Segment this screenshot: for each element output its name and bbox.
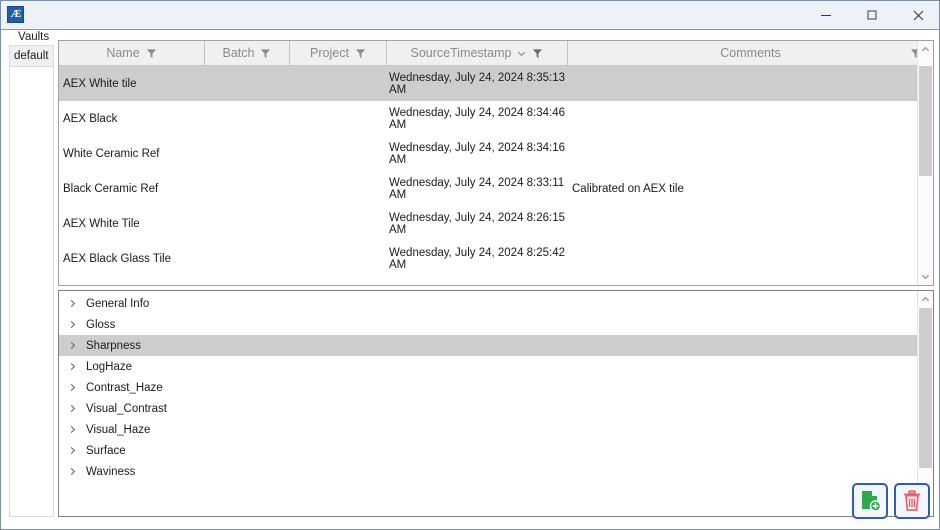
column-header-name[interactable]: Name (59, 41, 205, 65)
table-row[interactable]: White Ceramic Ref Wednesday, July 24, 20… (59, 136, 917, 171)
column-header-comments[interactable]: Comments (568, 41, 933, 65)
cell-name: AEX Black Glass Tile (63, 252, 172, 265)
add-document-icon (862, 491, 882, 512)
chevron-right-icon[interactable] (59, 383, 85, 392)
minimize-button[interactable] (803, 1, 849, 29)
cell-name: AEX Black (63, 112, 118, 125)
chevron-down-icon[interactable] (517, 49, 526, 58)
filter-icon[interactable] (146, 48, 157, 59)
filter-icon[interactable] (260, 48, 271, 59)
tree-item-label: General Info (86, 297, 150, 310)
measurements-grid: Name Batch Project SourceTimestamp Comme… (58, 40, 934, 286)
cell-comments: Calibrated on AEX tile (572, 182, 684, 195)
chevron-right-icon[interactable] (59, 467, 85, 476)
cell-timestamp: Wednesday, July 24, 2024 8:33:11 AM (389, 176, 565, 201)
app-logo-icon: Æ (7, 6, 24, 23)
tree-item-visual-contrast[interactable]: Visual_Contrast (59, 398, 917, 419)
tree-item-visual-haze[interactable]: Visual_Haze (59, 419, 917, 440)
cell-timestamp: Wednesday, July 24, 2024 8:26:15 AM (389, 211, 566, 236)
scrollbar-thumb[interactable] (919, 308, 932, 468)
title-bar: Æ (1, 1, 939, 30)
vaults-list[interactable]: default (9, 45, 54, 517)
tree-item-label: Visual_Contrast (86, 402, 167, 415)
tree-item-contrast-haze[interactable]: Contrast_Haze (59, 377, 917, 398)
chevron-right-icon[interactable] (59, 299, 85, 308)
column-header-batch-label: Batch (222, 46, 255, 60)
vaults-tab[interactable]: Vaults (13, 29, 54, 45)
tree-item-label: LogHaze (86, 360, 133, 373)
column-header-name-label: Name (106, 46, 140, 60)
chevron-right-icon[interactable] (59, 446, 85, 455)
properties-tree: General Info Gloss Sharpness LogHaze Con… (59, 291, 917, 516)
chevron-right-icon[interactable] (59, 320, 85, 329)
table-row[interactable]: AEX White Tile Wednesday, July 24, 2024 … (59, 206, 917, 241)
maximize-button[interactable] (849, 1, 895, 29)
cell-name: AEX White tile (63, 77, 137, 90)
tree-item-label: Surface (86, 444, 126, 457)
tree-item-label: Gloss (86, 318, 116, 331)
action-button-group (852, 483, 930, 519)
tree-item-label: Visual_Haze (86, 423, 151, 436)
trash-icon (904, 490, 920, 511)
table-row[interactable]: Black Ceramic Ref Wednesday, July 24, 20… (59, 171, 917, 206)
filter-icon[interactable] (532, 48, 543, 59)
tree-item-gloss[interactable]: Gloss (59, 314, 917, 335)
sidebar-item-default[interactable]: default (10, 46, 53, 67)
column-header-sourcetimestamp[interactable]: SourceTimestamp (387, 41, 568, 65)
cell-name: Black Ceramic Ref (63, 182, 159, 195)
tree-item-waviness[interactable]: Waviness (59, 461, 917, 482)
tree-item-sharpness[interactable]: Sharpness (59, 335, 917, 356)
scroll-up-arrow-icon[interactable] (918, 41, 933, 58)
chevron-right-icon[interactable] (59, 404, 85, 413)
column-header-sourcetimestamp-label: SourceTimestamp (410, 46, 512, 60)
column-header-project[interactable]: Project (290, 41, 387, 65)
add-document-button[interactable] (852, 483, 888, 519)
cell-timestamp: Wednesday, July 24, 2024 8:34:16 AM (389, 141, 566, 166)
grid-rows: AEX White tile Wednesday, July 24, 2024 … (59, 66, 917, 285)
delete-button[interactable] (894, 483, 930, 519)
cell-name: AEX White Tile (63, 217, 140, 230)
tree-item-surface[interactable]: Surface (59, 440, 917, 461)
scroll-down-arrow-icon[interactable] (918, 268, 933, 285)
grid-header-row: Name Batch Project SourceTimestamp Comme… (59, 41, 933, 66)
cell-timestamp: Wednesday, July 24, 2024 8:25:42 AM (389, 246, 566, 271)
properties-tree-panel: General Info Gloss Sharpness LogHaze Con… (58, 290, 934, 517)
chevron-right-icon[interactable] (59, 341, 85, 350)
grid-vertical-scrollbar[interactable] (917, 41, 933, 285)
column-header-project-label: Project (310, 46, 349, 60)
tree-item-label: Contrast_Haze (86, 381, 163, 394)
cell-timestamp: Wednesday, July 24, 2024 8:34:46 AM (389, 106, 566, 131)
application-window: Æ Vaults default Name Batch Project Sour… (0, 0, 940, 530)
filter-icon[interactable] (355, 48, 366, 59)
tree-item-label: Waviness (86, 465, 136, 478)
table-row[interactable]: AEX Black Wednesday, July 24, 2024 8:34:… (59, 101, 917, 136)
table-row[interactable]: AEX Black Glass Tile Wednesday, July 24,… (59, 241, 917, 276)
tree-item-label: Sharpness (86, 339, 141, 352)
column-header-comments-label: Comments (720, 46, 781, 60)
chevron-right-icon[interactable] (59, 425, 85, 434)
tree-item-general-info[interactable]: General Info (59, 293, 917, 314)
table-row[interactable]: AEX White tile Wednesday, July 24, 2024 … (59, 66, 917, 101)
cell-name: White Ceramic Ref (63, 147, 160, 160)
scrollbar-thumb[interactable] (919, 66, 932, 176)
column-header-batch[interactable]: Batch (205, 41, 290, 65)
cell-timestamp: Wednesday, July 24, 2024 8:35:13 AM (389, 71, 566, 96)
chevron-right-icon[interactable] (59, 362, 85, 371)
scroll-up-arrow-icon[interactable] (918, 291, 933, 308)
close-button[interactable] (895, 1, 939, 29)
window-controls (803, 1, 939, 29)
tree-item-loghaze[interactable]: LogHaze (59, 356, 917, 377)
